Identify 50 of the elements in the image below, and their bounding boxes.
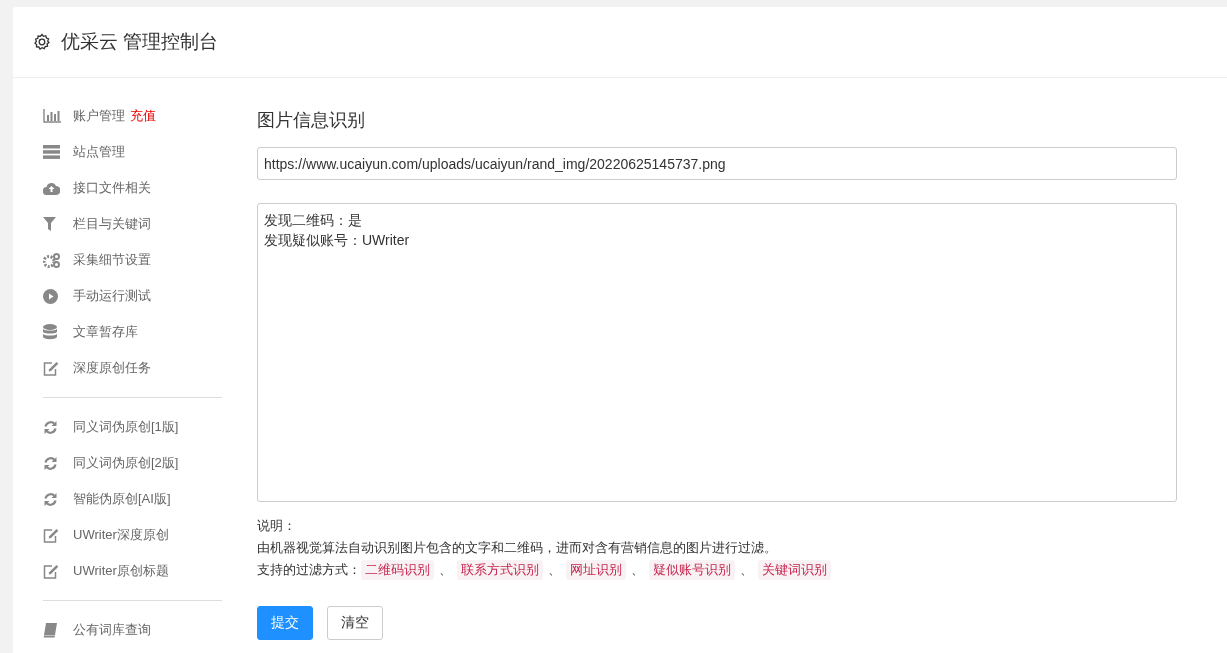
bar-chart-icon (43, 109, 61, 123)
description-text: 由机器视觉算法自动识别图片包含的文字和二维码，进而对含有营销信息的图片进行过滤。 (257, 539, 778, 557)
sidebar-item[interactable]: 采集细节设置 (43, 242, 222, 278)
separator-mark: 、 (439, 561, 452, 579)
refresh-icon (43, 491, 58, 507)
filter-tag: 网址识别 (566, 560, 626, 580)
recharge-link[interactable]: 充值 (130, 107, 156, 125)
sidebar-item[interactable]: 公有词库查询 (43, 612, 222, 648)
refresh-icon (43, 419, 58, 435)
sidebar-item[interactable]: 手动运行测试 (43, 278, 222, 314)
separator-mark: 、 (548, 561, 561, 579)
sidebar-item[interactable]: 深度原创任务 (43, 350, 222, 386)
sidebar-item[interactable]: 同义词伪原创[1版] (43, 409, 222, 445)
filter-tag: 二维码识别 (361, 560, 434, 580)
sidebar-item[interactable]: 同义词伪原创[2版] (43, 445, 222, 481)
server-icon (43, 145, 60, 159)
result-text-area[interactable]: 发现二维码：是 发现疑似账号：UWriter (257, 203, 1177, 502)
database-icon (43, 324, 57, 340)
settings-icon (33, 33, 51, 51)
refresh-icon (43, 455, 58, 471)
sidebar-item[interactable]: 账户管理 充值 (43, 98, 222, 134)
sidebar-item[interactable]: 文章暂存库 (43, 314, 222, 350)
filter-icon (43, 217, 56, 231)
gears-icon (43, 252, 60, 268)
submit-button[interactable]: 提交 (257, 606, 313, 640)
sidebar-item[interactable]: UWriter深度原创 (43, 517, 222, 553)
sidebar-item[interactable]: 栏目与关键词 (43, 206, 222, 242)
edit-icon (43, 360, 59, 376)
book-icon (43, 622, 57, 638)
section-title: 图片信息识别 (257, 109, 366, 132)
separator-mark: 、 (631, 561, 644, 579)
result-line: 发现疑似账号：UWriter (264, 231, 410, 250)
sidebar-item[interactable]: UWriter原创标题 (43, 553, 222, 589)
result-line: 发现二维码：是 (264, 211, 362, 230)
separator-mark: 、 (740, 561, 753, 579)
sidebar-item[interactable]: 接口文件相关 (43, 170, 222, 206)
filters-label: 支持的过滤方式： (257, 561, 361, 579)
edit-icon (43, 563, 59, 579)
url-input-field[interactable]: https://www.ucaiyun.com/uploads/ucaiyun/rand_img/20220625145737.png (257, 147, 1177, 180)
clear-button[interactable]: 清空 (327, 606, 383, 640)
filter-tag: 关键词识别 (758, 560, 831, 580)
sidebar-item[interactable]: 智能伪原创[AI版] (43, 481, 222, 517)
filter-tag: 联系方式识别 (457, 560, 543, 580)
cloud-upload-icon (43, 181, 60, 195)
app-title: 优采云 管理控制台 (61, 30, 219, 54)
filter-tag: 疑似账号识别 (649, 560, 735, 580)
note-label: 说明： (257, 517, 297, 535)
edit-icon (43, 527, 59, 543)
play-icon (43, 288, 58, 304)
sidebar-item[interactable]: 站点管理 (43, 134, 222, 170)
